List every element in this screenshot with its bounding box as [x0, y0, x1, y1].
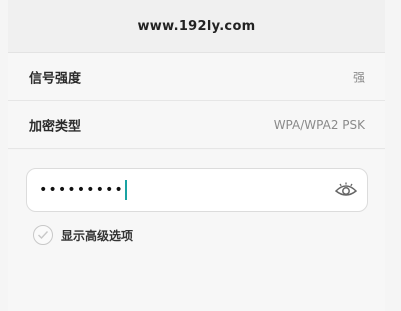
text-caret [124, 180, 127, 200]
encryption-type-row: 加密类型 WPA/WPA2 PSK [8, 101, 385, 149]
signal-strength-row: 信号强度 强 [8, 53, 385, 101]
advanced-checkbox[interactable] [33, 225, 53, 245]
encryption-type-value: WPA/WPA2 PSK [273, 117, 365, 132]
signal-strength-value: 强 [352, 70, 365, 84]
password-input[interactable]: ••••••••• [26, 168, 368, 212]
signal-strength-label: 信号强度 [29, 71, 82, 86]
encryption-type-label: 加密类型 [29, 119, 82, 134]
password-masked-value: ••••••••• [39, 182, 124, 198]
advanced-options-label: 显示高级选项 [61, 228, 134, 243]
check-icon [38, 231, 49, 240]
header-bar: www.192ly.com [8, 0, 385, 53]
eye-icon[interactable] [335, 182, 357, 198]
show-advanced-option[interactable]: 显示高级选项 [33, 224, 133, 246]
wifi-connect-screen: www.192ly.com 信号强度 强 加密类型 WPA/WPA2 PSK •… [0, 0, 401, 311]
page-title: www.192ly.com [137, 18, 256, 34]
